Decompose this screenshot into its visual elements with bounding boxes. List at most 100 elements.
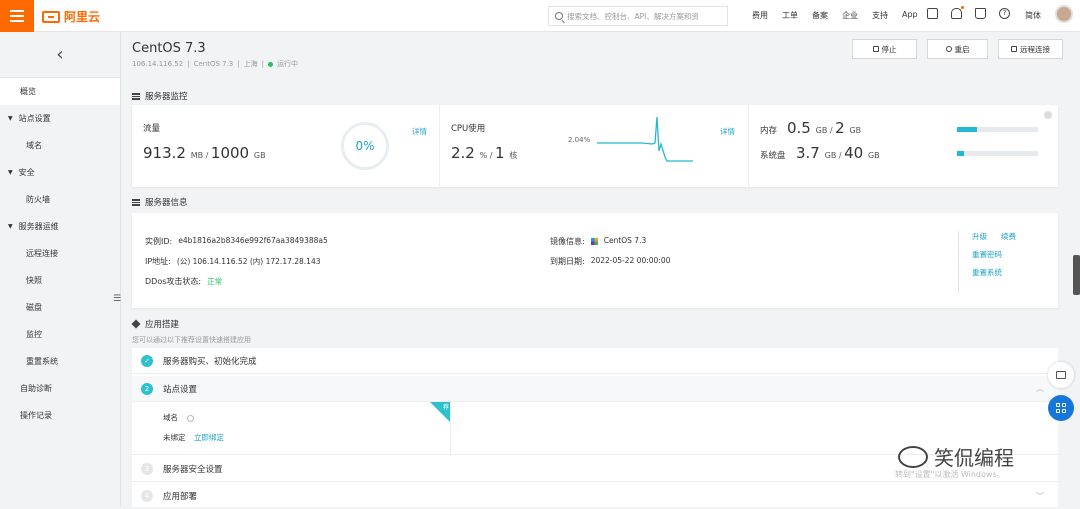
sidebar-item-7[interactable]: 快照: [0, 267, 120, 294]
sidebar-item-2[interactable]: 域名: [0, 132, 120, 159]
disk-label: 系统盘: [760, 151, 786, 161]
avatar[interactable]: [1055, 5, 1073, 23]
settings-dot-icon[interactable]: [1044, 111, 1052, 119]
hamburger-menu-button[interactable]: [0, 0, 34, 32]
cpu-usage: 2.2: [451, 144, 475, 162]
renew-link[interactable]: 续费: [1001, 232, 1016, 241]
nav-support[interactable]: 支持: [872, 10, 888, 21]
nav-billing[interactable]: 费用: [752, 10, 768, 21]
sidebar-item-8[interactable]: 磁盘: [0, 294, 120, 321]
traffic-label: 流量: [143, 124, 161, 134]
status-badge: 运行中: [276, 60, 298, 68]
apps-title-label: 应用搭建: [145, 320, 180, 330]
wechat-logo-icon: [898, 445, 928, 468]
chat-button[interactable]: [1048, 362, 1074, 388]
disk-bar-fill: [957, 151, 965, 156]
disk-value: 3.7 GB / 40 GB: [796, 144, 880, 162]
traffic-detail-link[interactable]: 详情: [412, 126, 427, 137]
sidebar-item-3[interactable]: ▼ 安全: [0, 159, 120, 186]
help-icon[interactable]: ?: [999, 8, 1010, 19]
setup-steps: ✓ 服务器购买、初始化完成 2 站点设置 ︿ 域名 未绑定 立即绑定 荐 3 服…: [132, 348, 1058, 507]
aliyun-logo-icon: [42, 10, 60, 23]
sidebar-item-11[interactable]: 自助诊断: [0, 375, 120, 402]
aliyun-logo[interactable]: 阿里云: [42, 8, 100, 25]
screen-icon[interactable]: [927, 8, 938, 19]
sidebar-item-1[interactable]: ▼ 站点设置: [0, 105, 120, 132]
instance-id-value: e4b1816a2b8346e992f67aa3849388a5: [178, 236, 328, 245]
step-2-number: 2: [141, 382, 153, 395]
ddos-row: DDos攻击状态: 正常: [145, 276, 222, 287]
domain-bind-row: 未绑定 立即绑定: [163, 432, 224, 443]
disk-unit-total: GB: [867, 151, 880, 160]
traffic-total: 1000: [210, 144, 250, 162]
sidebar-item-9[interactable]: 监控: [0, 321, 120, 348]
step-1[interactable]: ✓ 服务器购买、初始化完成: [132, 348, 1058, 374]
restart-button[interactable]: 重启: [927, 39, 988, 59]
search-placeholder: 搜索文档、控制台、API、解决方案和资: [567, 11, 699, 21]
memory-total: 2: [835, 119, 845, 137]
top-nav-links: 费用 工单 备案 企业 支持 App: [752, 10, 932, 21]
server-info-card: 实例ID: e4b1816a2b8346e992f67aa3849388a5 I…: [132, 213, 1058, 308]
scrollbar[interactable]: [1073, 255, 1080, 295]
memory-used: 0.5: [787, 119, 811, 137]
domain-label: 域名: [163, 413, 178, 422]
sidebar-item-label: 服务器运维: [18, 222, 59, 231]
cpu-panel: CPU使用 2.2 % / 1 核 2.04% 详情: [440, 105, 749, 187]
sidebar: ‹ 概览 ▼ 站点设置 域名 ▼ 安全防火墙 ▼ 服务器运维 远程连接快照磁盘监控重置系统 自助诊…: [0, 32, 121, 507]
cpu-cores: 1: [495, 144, 505, 162]
reset-password-link[interactable]: 重置密码: [972, 250, 1002, 259]
sidebar-item-label: 快照: [26, 276, 42, 285]
cart-icon[interactable]: [975, 8, 986, 19]
status-dot-icon: [267, 61, 273, 67]
apps-grid-button[interactable]: [1048, 395, 1074, 421]
ddos-label: DDos攻击状态:: [145, 277, 202, 286]
sidebar-item-0[interactable]: 概览: [0, 78, 120, 105]
nav-app[interactable]: App: [902, 10, 918, 21]
monitor-section-title: 服务器监控: [132, 90, 188, 102]
traffic-unit-used: MB: [190, 151, 204, 160]
sidebar-item-label: 磁盘: [26, 303, 42, 312]
sidebar-item-label: 站点设置: [18, 114, 51, 123]
nav-enterprise[interactable]: 企业: [842, 10, 858, 21]
language-switch[interactable]: 简体: [1025, 10, 1041, 21]
remote-connect-button[interactable]: 远程连接: [998, 39, 1063, 59]
image-row: 镜像信息: CentOS 7.3: [550, 236, 646, 247]
step-4[interactable]: 4 应用部署 ﹀: [132, 483, 1058, 509]
monitor-card: 流量 913.2 MB / 1000 GB 0% 详情 CPU使用 2.2 % …: [132, 105, 1058, 187]
sidebar-list: 概览 ▼ 站点设置 域名 ▼ 安全防火墙 ▼ 服务器运维 远程连接快照磁盘监控重置系统 自助诊断操…: [0, 78, 120, 429]
sidebar-item-6[interactable]: 远程连接: [0, 240, 120, 267]
memory-unit-used: GB: [815, 126, 828, 135]
memory-bar-fill: [957, 127, 978, 132]
cpu-cores-unit: 核: [509, 151, 518, 160]
cpu-sparkline-line: [597, 117, 693, 162]
sidebar-item-4[interactable]: 防火墙: [0, 186, 120, 213]
sidebar-item-10[interactable]: 重置系统: [0, 348, 120, 375]
ip-row: IP地址: (公) 106.14.116.52 (内) 172.17.28.14…: [145, 256, 321, 267]
sidebar-item-5[interactable]: ▼ 服务器运维: [0, 213, 120, 240]
remote-icon: [1011, 46, 1017, 52]
upgrade-link[interactable]: 升级: [972, 232, 987, 241]
instance-os: CentOS 7.3: [193, 60, 234, 68]
restart-label: 重启: [954, 44, 970, 54]
info-title-label: 服务器信息: [145, 198, 188, 208]
sidebar-item-12[interactable]: 操作记录: [0, 402, 120, 429]
stop-button[interactable]: 停止: [852, 39, 917, 59]
back-chevron-icon[interactable]: ‹: [0, 32, 120, 78]
bell-icon[interactable]: [951, 6, 964, 19]
recommend-ribbon: 荐: [430, 402, 450, 422]
chevron-down-icon[interactable]: ﹀: [1036, 491, 1044, 502]
search-input[interactable]: 搜索文档、控制台、API、解决方案和资: [548, 6, 728, 26]
chevron-up-icon[interactable]: ︿: [1036, 383, 1044, 394]
nav-filing[interactable]: 备案: [812, 10, 828, 21]
grid-icon: [1056, 403, 1066, 413]
step-2-label: 站点设置: [163, 384, 198, 395]
step-2[interactable]: 2 站点设置 ︿: [132, 376, 1058, 402]
sidebar-item-label: 监控: [26, 330, 42, 339]
info-section-title: 服务器信息: [132, 196, 188, 208]
bind-now-link[interactable]: 立即绑定: [194, 433, 224, 442]
nav-ticket[interactable]: 工单: [782, 10, 798, 21]
reset-system-link[interactable]: 重置系统: [972, 268, 1002, 277]
cpu-detail-link[interactable]: 详情: [720, 126, 735, 137]
top-icons: ?: [927, 6, 1010, 19]
sidebar-item-label: 防火墙: [26, 195, 50, 204]
